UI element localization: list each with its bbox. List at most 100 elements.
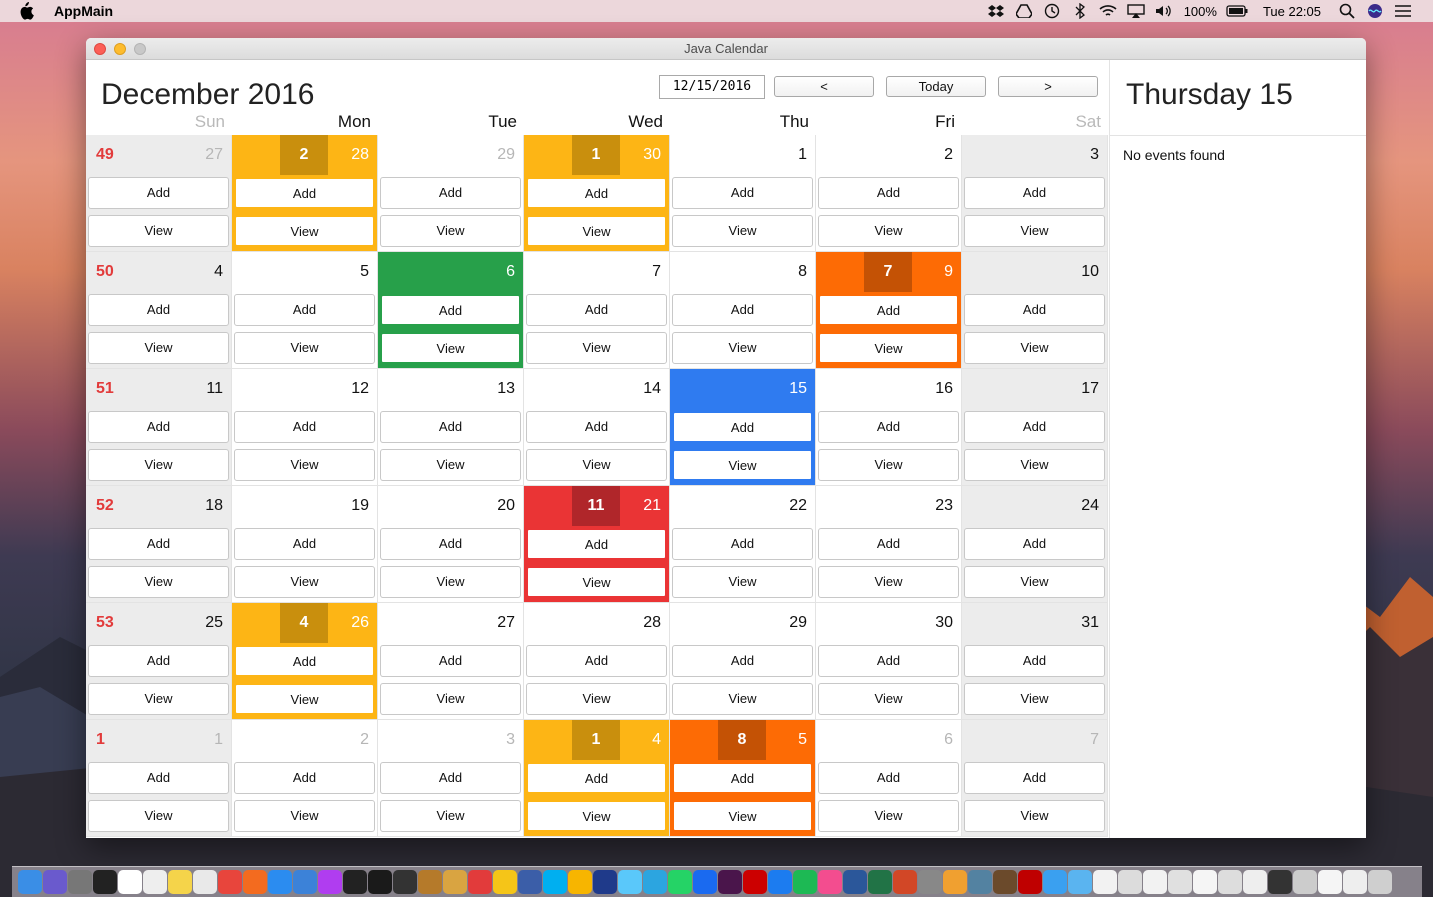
firefox-icon[interactable]: [243, 870, 267, 894]
add-event-button[interactable]: Add: [526, 645, 667, 677]
add-event-button[interactable]: Add: [672, 528, 813, 560]
skype-icon[interactable]: [543, 870, 567, 894]
phpstorm-icon[interactable]: [318, 870, 342, 894]
doc9-icon[interactable]: [1293, 870, 1317, 894]
view-events-button[interactable]: View: [88, 800, 229, 832]
xcode-icon[interactable]: [293, 870, 317, 894]
day-cell[interactable]: 2 Add View: [816, 135, 962, 252]
view-events-button[interactable]: View: [526, 332, 667, 364]
add-event-button[interactable]: Add: [88, 294, 229, 326]
day-cell[interactable]: 6 Add View: [816, 720, 962, 837]
telegram-icon[interactable]: [643, 870, 667, 894]
add-event-button[interactable]: Add: [672, 294, 813, 326]
add-event-button[interactable]: Add: [964, 645, 1105, 677]
day-cell[interactable]: 7 9 Add View: [816, 252, 962, 369]
messages-icon[interactable]: [618, 870, 642, 894]
view-events-button[interactable]: View: [234, 449, 375, 481]
finder-icon[interactable]: [18, 870, 42, 894]
view-events-button[interactable]: View: [818, 449, 959, 481]
day-cell[interactable]: 11 21 Add View: [524, 486, 670, 603]
day-cell[interactable]: 31 Add View: [962, 603, 1108, 720]
window-titlebar[interactable]: Java Calendar: [86, 38, 1366, 60]
day-cell[interactable]: 1 30 Add View: [524, 135, 670, 252]
day-cell[interactable]: 29 Add View: [378, 135, 524, 252]
day-cell[interactable]: 7 Add View: [524, 252, 670, 369]
add-event-button[interactable]: Add: [234, 294, 375, 326]
doc10-icon[interactable]: [1318, 870, 1342, 894]
add-event-button[interactable]: Add: [818, 294, 959, 326]
doc8-icon[interactable]: [1268, 870, 1292, 894]
add-event-button[interactable]: Add: [818, 411, 959, 443]
add-event-button[interactable]: Add: [88, 645, 229, 677]
view-events-button[interactable]: View: [964, 332, 1105, 364]
day-cell[interactable]: 16 Add View: [816, 369, 962, 486]
preview-icon[interactable]: [193, 870, 217, 894]
java-icon[interactable]: [968, 870, 992, 894]
add-event-button[interactable]: Add: [818, 762, 959, 794]
folder2-icon[interactable]: [1068, 870, 1092, 894]
github-icon[interactable]: [393, 870, 417, 894]
add-event-button[interactable]: Add: [526, 411, 667, 443]
day-cell[interactable]: 2 Add View: [232, 720, 378, 837]
view-events-button[interactable]: View: [964, 683, 1105, 715]
minimize-window-button[interactable]: [114, 43, 126, 55]
day-cell[interactable]: 19 Add View: [232, 486, 378, 603]
view-events-button[interactable]: View: [526, 683, 667, 715]
view-events-button[interactable]: View: [672, 566, 813, 598]
drive-icon[interactable]: [1010, 0, 1038, 22]
add-event-button[interactable]: Add: [380, 645, 521, 677]
view-events-button[interactable]: View: [380, 332, 521, 364]
view-events-button[interactable]: View: [672, 332, 813, 364]
virtualbox-icon[interactable]: [518, 870, 542, 894]
filezilla-icon[interactable]: [1018, 870, 1042, 894]
trash-icon[interactable]: [1368, 870, 1392, 894]
add-event-button[interactable]: Add: [964, 528, 1105, 560]
day-cell[interactable]: 51 11 Add View: [86, 369, 232, 486]
day-cell[interactable]: 8 5 Add View: [670, 720, 816, 837]
add-event-button[interactable]: Add: [380, 528, 521, 560]
view-events-button[interactable]: View: [234, 332, 375, 364]
volume-icon[interactable]: [1150, 0, 1178, 22]
doc11-icon[interactable]: [1343, 870, 1367, 894]
view-events-button[interactable]: View: [964, 800, 1105, 832]
add-event-button[interactable]: Add: [234, 177, 375, 209]
view-events-button[interactable]: View: [964, 215, 1105, 247]
view-events-button[interactable]: View: [88, 332, 229, 364]
add-event-button[interactable]: Add: [526, 294, 667, 326]
next-month-button[interactable]: >: [998, 76, 1098, 97]
add-event-button[interactable]: Add: [818, 528, 959, 560]
day-cell[interactable]: 50 4 Add View: [86, 252, 232, 369]
view-events-button[interactable]: View: [234, 683, 375, 715]
today-button[interactable]: Today: [886, 76, 986, 97]
add-event-button[interactable]: Add: [964, 294, 1105, 326]
spotlight-icon[interactable]: [1333, 0, 1361, 22]
add-event-button[interactable]: Add: [818, 645, 959, 677]
doc5-icon[interactable]: [1193, 870, 1217, 894]
view-events-button[interactable]: View: [818, 683, 959, 715]
itunes-icon[interactable]: [818, 870, 842, 894]
chrome-icon[interactable]: [218, 870, 242, 894]
view-events-button[interactable]: View: [234, 215, 375, 247]
dropbox-icon[interactable]: [982, 0, 1010, 22]
menu-icon[interactable]: [1389, 0, 1417, 22]
view-events-button[interactable]: View: [818, 566, 959, 598]
view-events-button[interactable]: View: [88, 449, 229, 481]
day-cell[interactable]: 28 Add View: [524, 603, 670, 720]
powerpoint-icon[interactable]: [893, 870, 917, 894]
add-event-button[interactable]: Add: [88, 528, 229, 560]
view-events-button[interactable]: View: [380, 449, 521, 481]
day-cell[interactable]: 23 Add View: [816, 486, 962, 603]
wifi-icon[interactable]: [1094, 0, 1122, 22]
day-cell[interactable]: 13 Add View: [378, 369, 524, 486]
day-cell[interactable]: 10 Add View: [962, 252, 1108, 369]
add-event-button[interactable]: Add: [964, 411, 1105, 443]
doc2-icon[interactable]: [1118, 870, 1142, 894]
launchpad-icon[interactable]: [68, 870, 92, 894]
view-events-button[interactable]: View: [234, 566, 375, 598]
battery-icon[interactable]: [1223, 0, 1251, 22]
view-events-button[interactable]: View: [964, 566, 1105, 598]
doc7-icon[interactable]: [1243, 870, 1267, 894]
view-events-button[interactable]: View: [526, 800, 667, 832]
add-event-button[interactable]: Add: [672, 645, 813, 677]
db-icon[interactable]: [443, 870, 467, 894]
